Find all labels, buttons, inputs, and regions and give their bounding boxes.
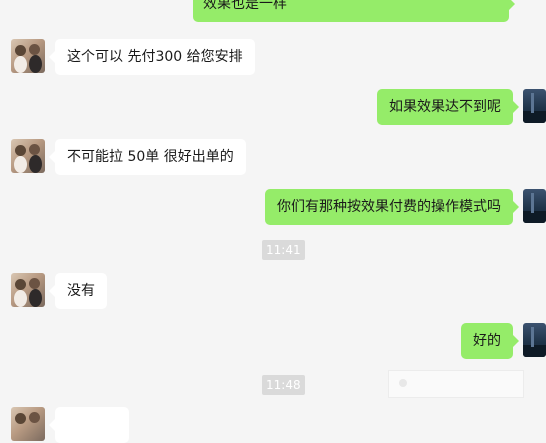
message-text: 如果效果达不到呢 [389, 99, 501, 115]
message-text: 好的 [473, 333, 501, 349]
message-text: 这个可以 先付300 给您安排 [67, 49, 243, 65]
message-bubble-received[interactable]: 不可能拉 50单 很好出单的 [49, 139, 246, 175]
message-bubble-sent[interactable]: 效果也是一样 [193, 0, 515, 22]
timestamp: 11:48 [262, 375, 305, 395]
message-bubble-sent[interactable]: 你们有那种按效果付费的操作模式吗 [265, 189, 519, 225]
my-avatar[interactable] [523, 189, 546, 223]
contact-avatar[interactable] [11, 39, 45, 73]
message-text: 不可能拉 50单 很好出单的 [67, 149, 234, 165]
message-text: 没有 [67, 283, 95, 299]
message-text: 你们有那种按效果付费的操作模式吗 [277, 199, 501, 215]
contact-avatar[interactable] [11, 407, 45, 441]
my-avatar[interactable] [523, 89, 546, 123]
message-bubble-sent[interactable]: 如果效果达不到呢 [377, 89, 519, 125]
timestamp: 11:41 [262, 240, 305, 260]
message-text: 效果也是一样 [203, 0, 287, 12]
message-bubble-received[interactable]: 没有 [49, 273, 107, 309]
watermark [388, 370, 524, 398]
message-bubble-received[interactable]: 这个可以 先付300 给您安排 [49, 39, 255, 75]
my-avatar[interactable] [523, 323, 546, 357]
message-bubble-sent[interactable]: 好的 [461, 323, 519, 359]
contact-avatar[interactable] [11, 273, 45, 307]
contact-avatar[interactable] [11, 139, 45, 173]
watermark-icon [399, 379, 407, 387]
message-bubble-received[interactable] [49, 407, 129, 443]
